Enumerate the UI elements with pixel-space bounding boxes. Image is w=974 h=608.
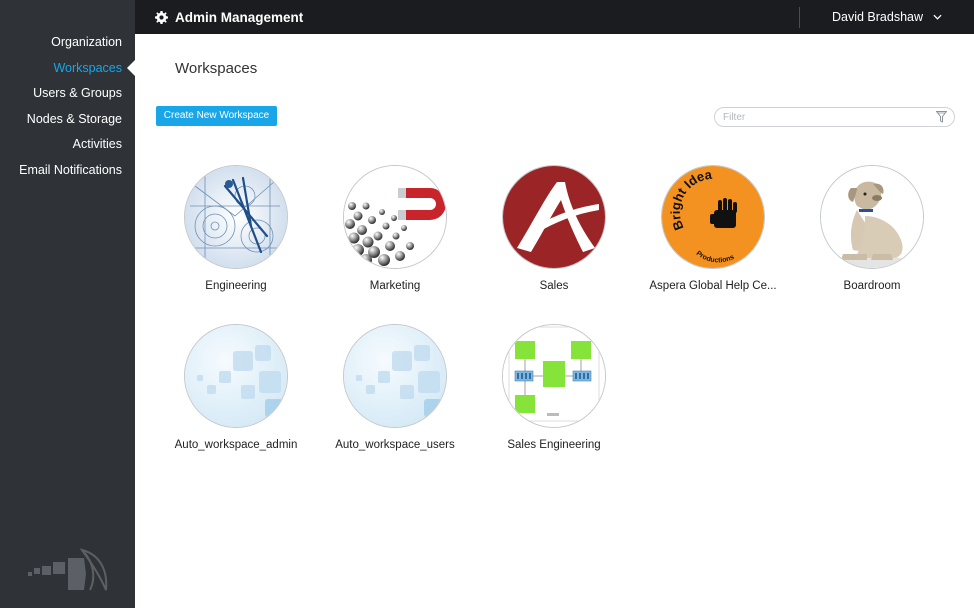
chevron-down-icon bbox=[933, 14, 942, 20]
workspace-image: Bright Idea Productions bbox=[661, 165, 765, 269]
filter-funnel-icon[interactable] bbox=[936, 111, 947, 123]
sidebar-item-organization[interactable]: Organization bbox=[0, 30, 135, 56]
workspace-tile-sales-engineering[interactable]: Sales Engineering bbox=[484, 324, 624, 451]
blueprint-image bbox=[185, 166, 287, 268]
workspace-name: Marketing bbox=[369, 280, 421, 292]
sidebar-item-workspaces[interactable]: Workspaces bbox=[0, 56, 135, 82]
workspace-name: Engineering bbox=[205, 280, 267, 292]
app-title: Admin Management bbox=[155, 0, 303, 34]
aspera-sidebar-logo-icon bbox=[28, 548, 108, 591]
workspace-tile-auto-workspace-users[interactable]: Auto_workspace_users bbox=[325, 324, 465, 451]
bright-idea-logo-image: Bright Idea Productions bbox=[662, 166, 764, 268]
default-workspace-image bbox=[185, 325, 287, 427]
workspace-image bbox=[502, 165, 606, 269]
sidebar-nav: Organization Workspaces Users & Groups N… bbox=[0, 30, 135, 184]
workspace-tile-aspera-global-help-center[interactable]: Bright Idea Productions Aspera Global He… bbox=[643, 165, 783, 292]
app-title-text: Admin Management bbox=[175, 9, 304, 25]
top-bar-divider bbox=[799, 7, 800, 28]
sidebar-item-users-groups[interactable]: Users & Groups bbox=[0, 81, 135, 107]
sidebar-item-activities[interactable]: Activities bbox=[0, 132, 135, 158]
default-workspace-image bbox=[344, 325, 446, 427]
user-name: David Bradshaw bbox=[832, 10, 924, 24]
sidebar-item-email-notifications[interactable]: Email Notifications bbox=[0, 158, 135, 184]
magnet-image bbox=[344, 166, 446, 268]
workspace-name: Sales Engineering bbox=[507, 439, 601, 451]
workspace-name: Aspera Global Help Ce... bbox=[649, 280, 777, 292]
workspace-image bbox=[502, 324, 606, 428]
workspace-name: Boardroom bbox=[843, 280, 901, 292]
aspera-logo-image bbox=[503, 166, 605, 268]
workspace-name: Auto_workspace_users bbox=[335, 439, 455, 451]
workspace-tile-auto-workspace-admin[interactable]: Auto_workspace_admin bbox=[166, 324, 306, 451]
workspace-tile-boardroom[interactable]: Boardroom bbox=[802, 165, 942, 292]
workspace-name: Sales bbox=[539, 280, 569, 292]
user-menu[interactable]: David Bradshaw bbox=[832, 0, 942, 34]
top-bar: Admin Management David Bradshaw bbox=[135, 0, 974, 34]
workspace-image bbox=[820, 165, 924, 269]
workspace-tile-engineering[interactable]: Engineering bbox=[166, 165, 306, 292]
workspace-image bbox=[184, 324, 288, 428]
active-item-caret bbox=[127, 60, 135, 76]
sidebar-item-nodes-storage[interactable]: Nodes & Storage bbox=[0, 107, 135, 133]
workspace-tile-sales[interactable]: Sales bbox=[484, 165, 624, 292]
sidebar: Organization Workspaces Users & Groups N… bbox=[0, 0, 135, 608]
filter-box bbox=[714, 107, 955, 127]
workspace-image bbox=[343, 324, 447, 428]
create-new-workspace-button[interactable]: Create New Workspace bbox=[156, 106, 277, 126]
workspace-tile-marketing[interactable]: Marketing bbox=[325, 165, 465, 292]
gear-icon bbox=[155, 10, 168, 24]
workspace-image bbox=[343, 165, 447, 269]
dog-image bbox=[821, 166, 923, 268]
workspace-name: Auto_workspace_admin bbox=[174, 439, 298, 451]
workspace-image bbox=[184, 165, 288, 269]
filter-input[interactable] bbox=[723, 110, 928, 124]
page-title: Workspaces bbox=[175, 60, 258, 77]
network-diagram-image bbox=[503, 325, 605, 427]
